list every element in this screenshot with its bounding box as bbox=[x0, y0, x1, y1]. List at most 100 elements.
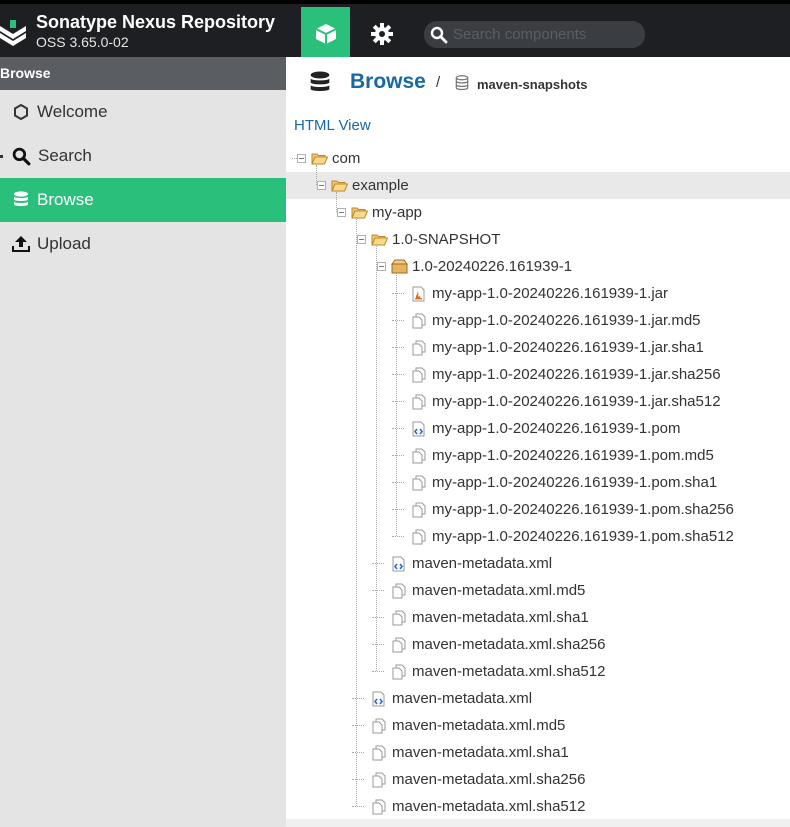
top-header: Sonatype Nexus Repository OSS 3.65.0-02 bbox=[0, 0, 790, 61]
tree-connector bbox=[356, 219, 357, 806]
tree-node-file[interactable]: my-app-1.0-20240226.161939-1.pom.sha256 bbox=[286, 496, 790, 523]
xml-file-icon bbox=[411, 421, 427, 437]
collapse-toggle-icon[interactable] bbox=[377, 262, 386, 271]
breadcrumb-repository: maven-snapshots bbox=[477, 77, 588, 92]
tree-node-label: my-app-1.0-20240226.161939-1.jar bbox=[432, 285, 668, 302]
file-copy-icon bbox=[391, 664, 407, 680]
component-search bbox=[424, 21, 645, 48]
breadcrumb-browse-link[interactable]: Browse bbox=[350, 70, 426, 94]
tree-node-folder[interactable]: example bbox=[286, 172, 790, 199]
tree-node-file[interactable]: maven-metadata.xml.md5 bbox=[286, 577, 790, 604]
tree-node-label: my-app-1.0-20240226.161939-1.pom.sha256 bbox=[432, 501, 734, 518]
tree-node-file[interactable]: my-app-1.0-20240226.161939-1.jar.sha256 bbox=[286, 361, 790, 388]
tree-node-file[interactable]: my-app-1.0-20240226.161939-1.jar.md5 bbox=[286, 307, 790, 334]
search-components-input[interactable] bbox=[453, 24, 639, 45]
collapse-toggle-icon[interactable] bbox=[337, 208, 346, 217]
tree-connector bbox=[392, 482, 404, 483]
file-copy-icon bbox=[411, 502, 427, 518]
tree-node-package[interactable]: 1.0-20240226.161939-1 bbox=[286, 253, 790, 280]
admin-settings-button[interactable] bbox=[360, 7, 404, 61]
tree-node-file[interactable]: my-app-1.0-20240226.161939-1.pom.sha512 bbox=[286, 523, 790, 550]
collapse-marker-icon bbox=[0, 155, 3, 158]
tree-connector bbox=[352, 752, 364, 753]
html-view-link[interactable]: HTML View bbox=[294, 117, 371, 134]
folder-open-icon bbox=[311, 151, 329, 167]
repository-icon bbox=[455, 75, 469, 91]
tree-node-label: my-app bbox=[372, 204, 423, 221]
tree-node-label: maven-metadata.xml.sha512 bbox=[412, 663, 606, 680]
file-copy-icon bbox=[371, 772, 387, 788]
tree-node-file[interactable]: maven-metadata.xml.sha1 bbox=[286, 739, 790, 766]
file-copy-icon bbox=[391, 610, 407, 626]
tree-node-label: maven-metadata.xml bbox=[392, 690, 533, 707]
tree-node-file[interactable]: maven-metadata.xml.sha1 bbox=[286, 604, 790, 631]
tree-node-file[interactable]: my-app-1.0-20240226.161939-1.pom.sha1 bbox=[286, 469, 790, 496]
tree-node-label: my-app-1.0-20240226.161939-1.pom.sha1 bbox=[432, 474, 718, 491]
file-copy-icon bbox=[371, 745, 387, 761]
collapse-toggle-icon[interactable] bbox=[297, 154, 306, 163]
tree-connector bbox=[392, 293, 404, 294]
tree-node-file[interactable]: maven-metadata.xml.sha512 bbox=[286, 793, 790, 820]
tree-node-file[interactable]: maven-metadata.xml.sha512 bbox=[286, 658, 790, 685]
tree-connector bbox=[392, 401, 404, 402]
tree-node-label: 1.0-SNAPSHOT bbox=[392, 231, 501, 248]
database-icon bbox=[10, 190, 32, 210]
file-copy-icon bbox=[411, 448, 427, 464]
file-copy-icon bbox=[391, 583, 407, 599]
sidebar-item-label: Welcome bbox=[37, 102, 108, 121]
app-title: Sonatype Nexus Repository bbox=[36, 12, 276, 32]
tree-connector bbox=[396, 273, 397, 536]
file-copy-icon bbox=[391, 637, 407, 653]
tree-node-xml[interactable]: my-app-1.0-20240226.161939-1.pom bbox=[286, 415, 790, 442]
nexus-app: Sonatype Nexus Repository OSS 3.65.0-02 bbox=[0, 0, 790, 827]
file-copy-icon bbox=[411, 529, 427, 545]
browse-mode-button[interactable] bbox=[301, 7, 350, 61]
sidebar: Browse Welcome Search Browse Upload bbox=[0, 57, 286, 827]
tree-node-label: my-app-1.0-20240226.161939-1.jar.sha1 bbox=[432, 339, 704, 356]
tree-connector bbox=[392, 536, 404, 537]
tree-connector bbox=[352, 698, 364, 699]
search-icon bbox=[10, 146, 32, 166]
sidebar-item-upload[interactable]: Upload bbox=[0, 222, 286, 266]
nexus-logo-icon bbox=[0, 20, 26, 46]
sidebar-item-label: Browse bbox=[37, 190, 94, 209]
cube-icon bbox=[315, 24, 336, 44]
tree-node-file[interactable]: maven-metadata.xml.sha256 bbox=[286, 631, 790, 658]
tree-node-jar[interactable]: my-app-1.0-20240226.161939-1.jar bbox=[286, 280, 790, 307]
sidebar-item-welcome[interactable]: Welcome bbox=[0, 90, 286, 134]
tree-node-label: my-app-1.0-20240226.161939-1.jar.md5 bbox=[432, 312, 701, 329]
tree-node-xml[interactable]: maven-metadata.xml bbox=[286, 550, 790, 577]
app-version: OSS 3.65.0-02 bbox=[36, 34, 129, 50]
tree-connector bbox=[372, 617, 384, 618]
tree-node-folder[interactable]: com bbox=[286, 145, 790, 172]
folder-open-icon bbox=[351, 205, 369, 221]
collapse-toggle-icon[interactable] bbox=[317, 181, 326, 190]
java-jar-icon bbox=[411, 286, 427, 302]
tree-node-file[interactable]: my-app-1.0-20240226.161939-1.jar.sha512 bbox=[286, 388, 790, 415]
tree-connector bbox=[352, 779, 364, 780]
tree-connector bbox=[392, 347, 404, 348]
tree-node-label: com bbox=[332, 150, 361, 167]
tree-connector bbox=[316, 165, 317, 185]
package-icon bbox=[391, 259, 408, 275]
tree-node-xml[interactable]: maven-metadata.xml bbox=[286, 685, 790, 712]
tree-node-label: maven-metadata.xml.md5 bbox=[392, 717, 566, 734]
tree-node-file[interactable]: maven-metadata.xml.md5 bbox=[286, 712, 790, 739]
file-copy-icon bbox=[371, 718, 387, 734]
sidebar-item-browse[interactable]: Browse bbox=[0, 178, 286, 222]
sidebar-item-search[interactable]: Search bbox=[0, 134, 286, 178]
tree-node-file[interactable]: my-app-1.0-20240226.161939-1.jar.sha1 bbox=[286, 334, 790, 361]
file-copy-icon bbox=[371, 799, 387, 815]
tree-connector bbox=[292, 158, 297, 159]
tree-node-file[interactable]: my-app-1.0-20240226.161939-1.pom.md5 bbox=[286, 442, 790, 469]
tree-node-folder[interactable]: my-app bbox=[286, 199, 790, 226]
collapse-toggle-icon[interactable] bbox=[357, 235, 366, 244]
tree-node-file[interactable]: maven-metadata.xml.sha256 bbox=[286, 766, 790, 793]
xml-file-icon bbox=[391, 556, 407, 572]
sidebar-header: Browse bbox=[0, 57, 286, 90]
sidebar-item-label: Upload bbox=[37, 234, 91, 253]
breadcrumb: Browse / maven-snapshots bbox=[286, 57, 790, 107]
tree-connector bbox=[376, 246, 377, 671]
tree-node-folder[interactable]: 1.0-SNAPSHOT bbox=[286, 226, 790, 253]
tree-node-label: maven-metadata.xml.sha1 bbox=[412, 609, 589, 626]
